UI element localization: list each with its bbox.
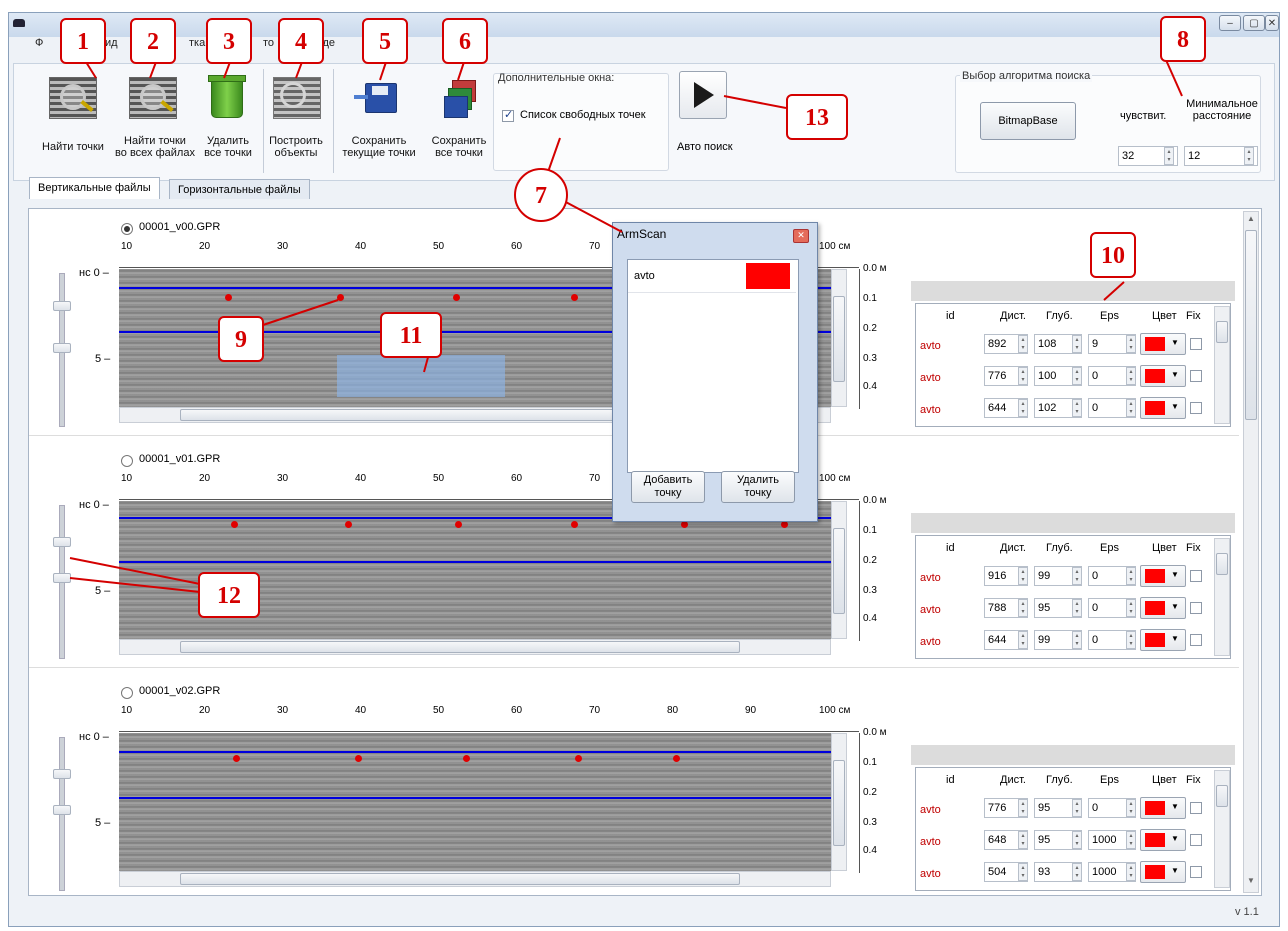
- arrow-7b: [561, 199, 623, 233]
- annotation-12: 12: [198, 572, 260, 618]
- annotation-13: 13: [786, 94, 848, 140]
- annotation-1: 1: [60, 18, 106, 64]
- arrow-3: [223, 61, 231, 79]
- annotation-9: 9: [218, 316, 264, 362]
- annotation-arrows: [69, 59, 1183, 593]
- annotation-10: 10: [1090, 232, 1136, 278]
- annotation-6: 6: [442, 18, 488, 64]
- arrow-13: [723, 95, 787, 109]
- annotation-7: 7: [514, 168, 568, 222]
- arrow-1: [85, 61, 97, 79]
- annotation-5: 5: [362, 18, 408, 64]
- annotation-4: 4: [278, 18, 324, 64]
- arrow-5: [379, 61, 387, 81]
- annotation-3: 3: [206, 18, 252, 64]
- arrow-4: [295, 61, 303, 79]
- arrow-10: [1103, 281, 1125, 301]
- annotation-2: 2: [130, 18, 176, 64]
- arrow-6: [457, 61, 465, 81]
- annotation-11: 11: [380, 312, 442, 358]
- annotation-8: 8: [1160, 16, 1206, 62]
- arrow-7a: [547, 137, 561, 173]
- arrow-8: [1165, 59, 1183, 97]
- arrow-2: [149, 61, 157, 79]
- arrow-9: [259, 299, 339, 327]
